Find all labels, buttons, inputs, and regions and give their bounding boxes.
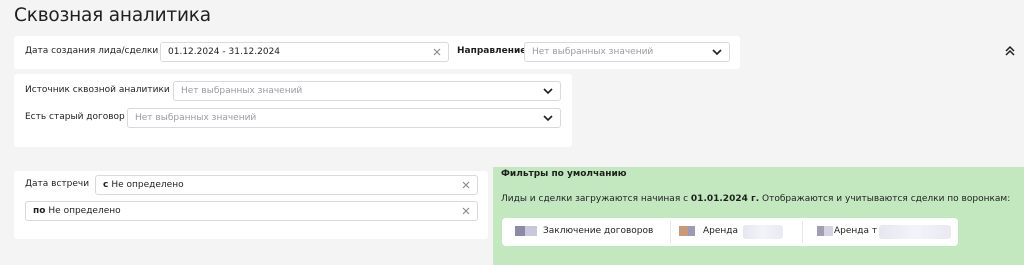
source-label: Источник сквозной аналитики <box>25 85 170 95</box>
default-filters-panel: Фильтры по умолчанию Лиды и сделки загру… <box>493 167 1024 265</box>
old-contract-label: Есть старый договор <box>25 112 125 122</box>
chevron-down-icon <box>543 115 553 122</box>
direction-label: Направление <box>457 46 527 56</box>
page-title: Сквозная аналитика <box>14 5 211 26</box>
funnel-swatch <box>679 226 695 236</box>
close-icon[interactable] <box>460 179 472 191</box>
old-contract-select[interactable]: Нет выбранных значений <box>127 108 561 128</box>
meeting-date-from-prefix: с <box>103 180 109 190</box>
blurred-text <box>743 225 783 239</box>
funnel-name: Аренда т <box>834 226 878 236</box>
meeting-date-to-field[interactable]: по Не определено <box>25 201 478 221</box>
filters-panel-top: Дата создания лида/сделки 01.12.2024 - 3… <box>14 36 740 69</box>
direction-select[interactable]: Нет выбранных значений <box>524 42 730 62</box>
meeting-date-to-value: Не определено <box>48 206 121 216</box>
funnel-swatch <box>515 226 537 236</box>
source-placeholder: Нет выбранных значений <box>181 86 303 96</box>
blurred-text <box>879 225 951 239</box>
funnel-item: Аренда т <box>803 218 953 246</box>
funnel-name: Аренда <box>703 226 739 236</box>
default-filters-title: Фильтры по умолчанию <box>501 169 627 179</box>
funnel-name: Заключение договоров <box>543 226 654 236</box>
default-start-date: 01.01.2024 г. <box>690 194 760 204</box>
filters-panel-middle: Источник сквозной аналитики Нет выбранны… <box>14 74 572 147</box>
meeting-date-label: Дата встречи <box>25 179 90 189</box>
default-filters-text: Лиды и сделки загружаются начиная с 01.0… <box>501 194 1011 204</box>
double-chevron-up-icon[interactable] <box>1003 44 1017 58</box>
funnel-list: Заключение договоров Аренда Аренда т <box>502 218 958 246</box>
meeting-date-to-prefix: по <box>33 206 46 216</box>
created-date-label: Дата создания лида/сделки <box>25 46 159 56</box>
close-icon[interactable] <box>431 46 443 58</box>
chevron-down-icon <box>543 88 553 95</box>
meeting-date-from-field[interactable]: с Не определено <box>95 175 478 195</box>
old-contract-placeholder: Нет выбранных значений <box>135 113 257 123</box>
created-date-field[interactable]: 01.12.2024 - 31.12.2024 <box>160 42 449 62</box>
meeting-date-from-value: Не определено <box>111 180 184 190</box>
chevron-down-icon <box>712 49 722 56</box>
funnel-item: Аренда <box>671 218 801 246</box>
direction-placeholder: Нет выбранных значений <box>532 47 654 57</box>
source-select[interactable]: Нет выбранных значений <box>173 81 561 101</box>
funnel-item: Заключение договоров <box>502 218 670 246</box>
created-date-value: 01.12.2024 - 31.12.2024 <box>168 47 281 57</box>
funnel-swatch <box>817 226 833 236</box>
close-icon[interactable] <box>460 205 472 217</box>
filters-panel-meeting: Дата встречи с Не определено по Не определ… <box>14 171 488 239</box>
